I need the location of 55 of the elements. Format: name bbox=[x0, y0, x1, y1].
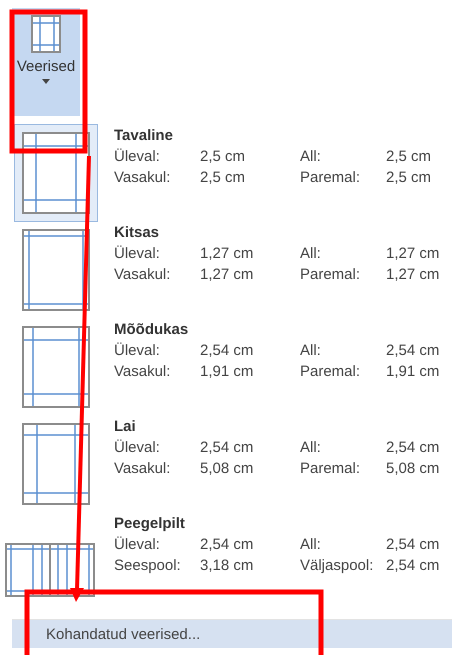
preset-name: Mõõdukas bbox=[114, 320, 190, 340]
margin-label: Seespool: bbox=[114, 556, 182, 576]
margin-label: Väljaspool: bbox=[300, 556, 374, 576]
margin-value: 2,5 cm bbox=[386, 147, 432, 167]
preset-name: Peegelpilt bbox=[114, 514, 186, 534]
margin-label: All: bbox=[300, 244, 322, 264]
margin-value: 2,54 cm bbox=[386, 556, 440, 576]
margin-label: Vasakul: bbox=[114, 168, 172, 188]
margin-label: Üleval: bbox=[114, 147, 161, 167]
margin-value: 2,54 cm bbox=[200, 438, 254, 458]
margin-value: 1,27 cm bbox=[386, 244, 440, 264]
margin-value: 2,5 cm bbox=[386, 168, 432, 188]
page-margins-icon bbox=[21, 422, 91, 506]
two-page-margins-icon bbox=[4, 542, 96, 598]
margin-value: 2,5 cm bbox=[200, 147, 246, 167]
margin-value: 5,08 cm bbox=[386, 459, 440, 479]
preset-name: Lai bbox=[114, 417, 137, 437]
margin-value: 5,08 cm bbox=[200, 459, 254, 479]
margin-value: 2,54 cm bbox=[200, 341, 254, 361]
margin-label: Paremal: bbox=[300, 459, 362, 479]
margin-label: Paremal: bbox=[300, 168, 362, 188]
margin-value: 1,91 cm bbox=[200, 362, 254, 382]
page-margins-icon bbox=[21, 131, 91, 215]
margin-preset-thumbnail[interactable] bbox=[14, 124, 98, 222]
margin-label: Üleval: bbox=[114, 244, 161, 264]
margin-label: All: bbox=[300, 535, 322, 555]
caret-icon bbox=[42, 79, 50, 84]
margin-label: All: bbox=[300, 438, 322, 458]
margin-label: Vasakul: bbox=[114, 265, 172, 285]
margin-value: 1,27 cm bbox=[386, 265, 440, 285]
margin-label: Vasakul: bbox=[114, 459, 172, 479]
margin-value: 1,91 cm bbox=[386, 362, 440, 382]
margin-label: Paremal: bbox=[300, 362, 362, 382]
margin-label: Paremal: bbox=[300, 265, 362, 285]
margin-value: 2,54 cm bbox=[200, 535, 254, 555]
preset-name: Tavaline bbox=[114, 126, 174, 146]
margin-label: All: bbox=[300, 147, 322, 167]
page-margins-icon bbox=[30, 14, 62, 54]
page-margins-icon bbox=[21, 325, 91, 409]
margin-value: 2,54 cm bbox=[386, 438, 440, 458]
margin-label: All: bbox=[300, 341, 322, 361]
margins-button[interactable]: Veerised bbox=[12, 8, 80, 116]
margin-value: 1,27 cm bbox=[200, 265, 254, 285]
custom-margins-menu-item[interactable]: Kohandatud veerised... bbox=[12, 620, 452, 648]
page-margins-icon bbox=[21, 228, 91, 312]
margin-value: 1,27 cm bbox=[200, 244, 254, 264]
preset-name: Kitsas bbox=[114, 223, 160, 243]
margin-label: Üleval: bbox=[114, 341, 161, 361]
margin-value: 2,54 cm bbox=[386, 341, 440, 361]
margin-label: Üleval: bbox=[114, 535, 161, 555]
margin-value: 2,54 cm bbox=[386, 535, 440, 555]
margin-label: Üleval: bbox=[114, 438, 161, 458]
margin-label: Vasakul: bbox=[114, 362, 172, 382]
margin-value: 2,5 cm bbox=[200, 168, 246, 188]
margin-value: 3,18 cm bbox=[200, 556, 254, 576]
